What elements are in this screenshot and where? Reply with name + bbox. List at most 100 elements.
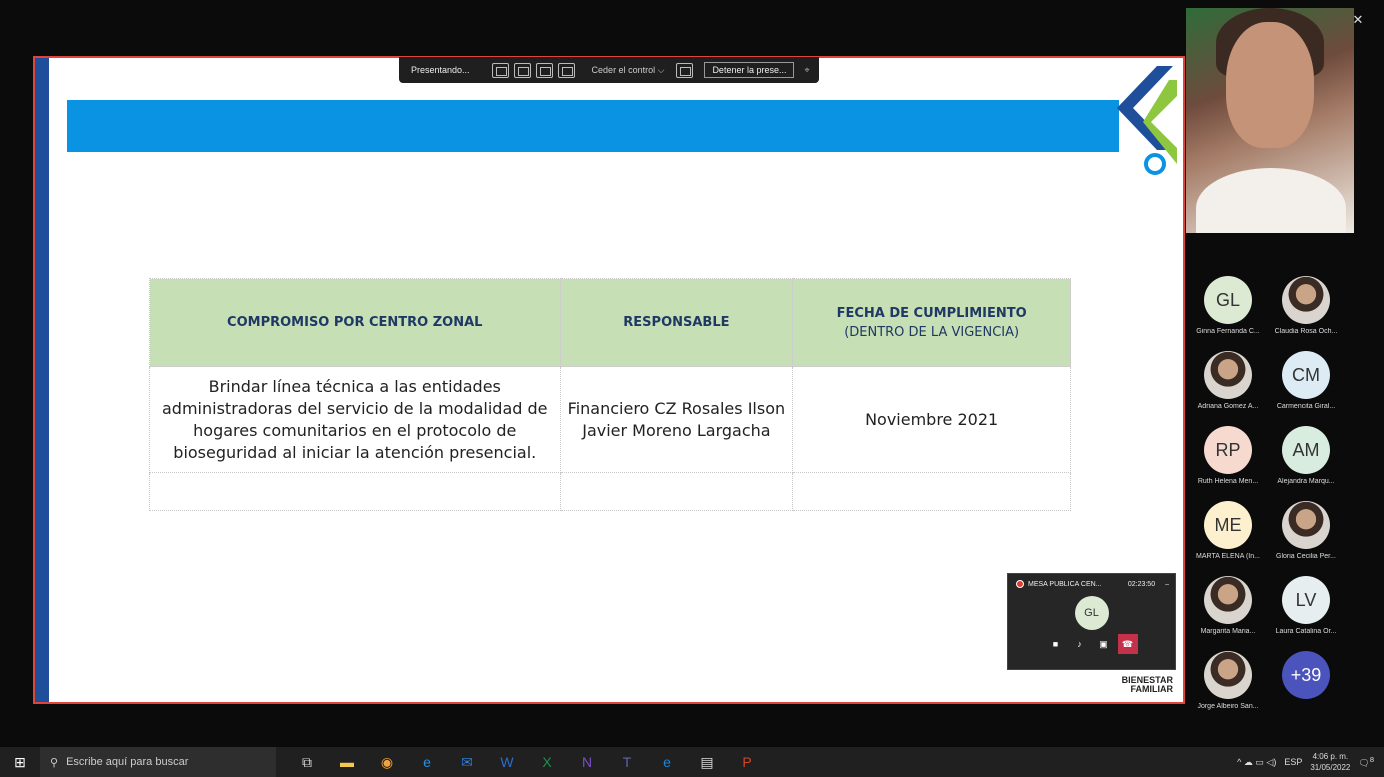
avatar: LV [1282, 576, 1330, 624]
minimize-mini-button[interactable]: – [1165, 581, 1169, 588]
powerpoint-icon[interactable]: P [732, 747, 762, 777]
header-date-subtitle: (DENTRO DE LA VIGENCIA) [844, 324, 1020, 340]
avatar: AM [1282, 426, 1330, 474]
avatar: ME [1204, 501, 1252, 549]
header-responsible: RESPONSABLE [559, 278, 794, 367]
edge-icon[interactable]: e [412, 747, 442, 777]
avatar: GL [1204, 276, 1252, 324]
header-date: FECHA DE CUMPLIMIENTO (DENTRO DE LA VIGE… [792, 278, 1071, 367]
avatar [1204, 351, 1252, 399]
clock-time: 4:06 p. m. [1312, 752, 1349, 761]
participant-name: Laura Catalina Or... [1275, 628, 1337, 635]
commitment-table: COMPROMISO POR CENTRO ZONAL RESPONSABLE … [149, 278, 1071, 511]
layout-content-only-icon[interactable] [491, 62, 509, 78]
outlook-icon[interactable]: ✉ [452, 747, 482, 777]
participant-tile[interactable]: GL Ginna Fernanda C... [1188, 276, 1268, 335]
language-indicator[interactable]: ESP [1284, 757, 1302, 767]
tray-icons[interactable]: ^ ☁ ▭ ◁) [1237, 757, 1276, 768]
participant-tile[interactable]: Jorge Albeiro San... [1188, 651, 1268, 710]
cell-empty [792, 472, 1071, 511]
search-icon: ⚲ [50, 756, 59, 769]
mini-avatar: GL [1074, 596, 1109, 630]
participant-tile[interactable]: LV Laura Catalina Or... [1266, 576, 1346, 635]
taskbar-apps: ⧉ ▬ ◉ e ✉ W X N Te ▤ P [292, 747, 762, 777]
edge-legacy-icon[interactable]: e [652, 747, 682, 777]
layout-side-by-side-icon[interactable] [535, 62, 553, 78]
search-placeholder: Escribe aquí para buscar [66, 756, 189, 768]
excel-icon[interactable]: X [532, 747, 562, 777]
participant-tile[interactable]: CM Carmencita Giral... [1266, 351, 1346, 410]
clock-date: 31/05/2022 [1310, 763, 1351, 772]
notifications-count: 8 [1369, 755, 1374, 764]
camera-icon[interactable]: ■ [1046, 634, 1066, 654]
system-tray: ^ ☁ ▭ ◁) ESP 4:06 p. m. 31/05/2022 🗨8 [1237, 751, 1384, 773]
cell-empty [559, 472, 794, 511]
participant-tile[interactable]: AM Alejandra Marqu... [1266, 426, 1346, 485]
movie-icon[interactable]: ▤ [692, 747, 722, 777]
participant-name: Gloria Cecilia Per... [1276, 553, 1336, 560]
logo-line-2: FAMILIAR [1130, 684, 1174, 694]
file-explorer-icon[interactable]: ▬ [332, 747, 362, 777]
layout-reporter-icon[interactable] [557, 62, 575, 78]
screen: – ❐ ✕ COMPROMISO POR CENTRO ZONAL RESPON… [0, 0, 1384, 777]
hang-up-icon[interactable]: ☎ [1117, 634, 1138, 654]
windows-icon: ⊞ [14, 753, 26, 770]
taskbar: ⊞ ⚲ Escribe aquí para buscar ⧉ ▬ ◉ e ✉ W X N Te ▤… [0, 747, 1384, 777]
mini-call-controls: ■ ♪ ▣ ☎ [1008, 634, 1175, 654]
cell-commitment: Brindar línea técnica a las entidades ad… [149, 366, 561, 473]
participant-name: Adriana Gomez A... [1197, 403, 1259, 410]
word-icon[interactable]: W [492, 747, 522, 777]
presenter-video [1186, 8, 1354, 233]
cell-date: Noviembre 2021 [792, 366, 1071, 473]
pin-toolbar-icon[interactable]: ⌖ [804, 65, 809, 76]
chevron-down-icon: ⌵ [657, 64, 665, 75]
avatar [1282, 501, 1330, 549]
participant-name: Jorge Albeiro San... [1197, 703, 1259, 710]
avatar [1204, 651, 1252, 699]
header-commitment: COMPROMISO POR CENTRO ZONAL [149, 278, 561, 367]
presenting-toolbar: Presentando... Ceder el control ⌵ Detene… [399, 57, 819, 83]
participant-tile[interactable]: ME MARTA ELENA (In... [1188, 501, 1268, 560]
participant-name: Carmencita Giral... [1276, 403, 1336, 410]
participant-tile[interactable]: Margarita Maria... [1188, 576, 1268, 635]
taskbar-search[interactable]: ⚲ Escribe aquí para buscar [40, 747, 276, 777]
meeting-timer: 02:23:50 [1127, 580, 1156, 588]
header-date-title: FECHA DE CUMPLIMIENTO [836, 305, 1027, 321]
bienestar-familiar-logo: BIENESTAR FAMILIAR [1122, 676, 1173, 694]
mini-meeting-header: MESA PUBLICA CEN... 02:23:50 – [1008, 574, 1175, 588]
avatar [1204, 576, 1252, 624]
slide-left-bar [35, 58, 49, 702]
mini-meeting-window[interactable]: MESA PUBLICA CEN... 02:23:50 – GL ■ ♪ ▣ … [1007, 573, 1176, 670]
participant-name: Claudia Rosa Och... [1274, 328, 1338, 335]
participant-tile[interactable]: Gloria Cecilia Per... [1266, 501, 1346, 560]
avatar: +39 [1282, 651, 1330, 699]
participant-tile[interactable]: +39 [1266, 651, 1346, 703]
give-control-button[interactable]: Ceder el control ⌵ [592, 65, 665, 76]
participant-name: Ruth Helena Men... [1197, 478, 1259, 485]
notifications-icon[interactable]: 🗨8 [1358, 755, 1374, 769]
participant-name: MARTA ELENA (In... [1196, 553, 1260, 560]
participant-tile[interactable]: Claudia Rosa Och... [1266, 276, 1346, 335]
teams-icon[interactable]: T [612, 747, 642, 777]
table-row-empty [149, 472, 1071, 511]
task-view-icon[interactable]: ⧉ [292, 747, 322, 777]
chrome-icon[interactable]: ◉ [372, 747, 402, 777]
participant-tile[interactable]: Adriana Gomez A... [1188, 351, 1268, 410]
presenting-label: Presentando... [411, 65, 470, 75]
stop-presenting-button[interactable]: Detener la prese... [704, 62, 795, 78]
start-button[interactable]: ⊞ [0, 747, 40, 777]
clock[interactable]: 4:06 p. m. 31/05/2022 [1310, 751, 1350, 773]
icbf-logo-icon [1117, 66, 1177, 175]
layout-standout-icon[interactable] [513, 62, 531, 78]
table-header-row: COMPROMISO POR CENTRO ZONAL RESPONSABLE … [149, 278, 1071, 367]
avatar: CM [1282, 351, 1330, 399]
cell-responsible: Financiero CZ Rosales Ilson Javier Moren… [559, 366, 794, 473]
participant-name: Margarita Maria... [1200, 628, 1256, 635]
onenote-icon[interactable]: N [572, 747, 602, 777]
microphone-icon[interactable]: ♪ [1070, 634, 1090, 654]
participant-tile[interactable]: RP Ruth Helena Men... [1188, 426, 1268, 485]
share-screen-icon[interactable]: ▣ [1094, 634, 1114, 654]
participant-name: Ginna Fernanda C... [1196, 328, 1260, 335]
include-sound-icon[interactable] [676, 62, 694, 78]
avatar: RP [1204, 426, 1252, 474]
